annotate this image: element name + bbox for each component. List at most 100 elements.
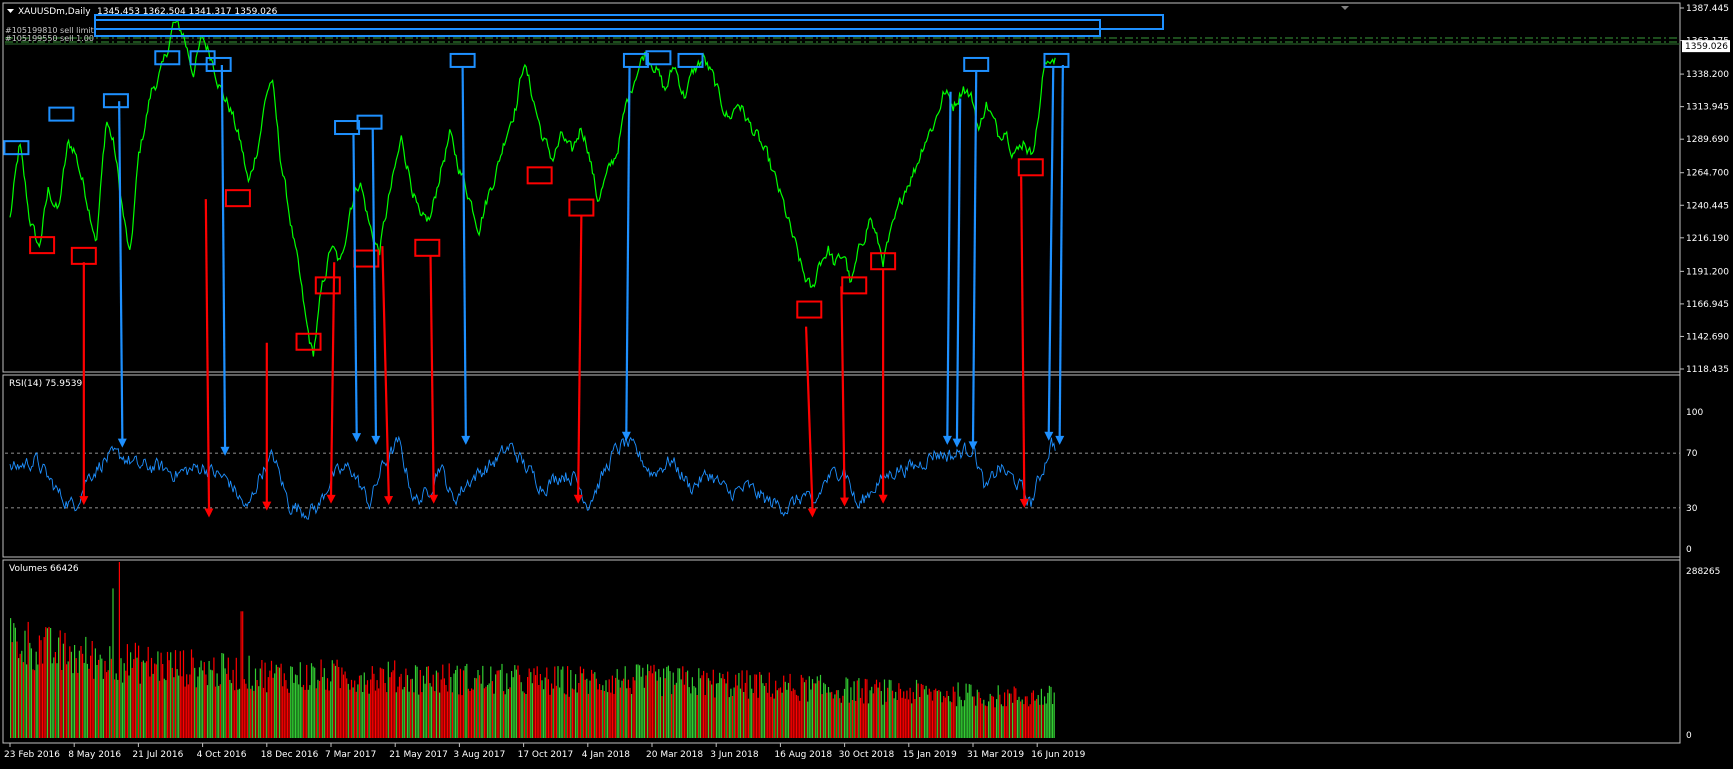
price-tick-label: 1166.945	[1686, 300, 1729, 310]
volume-bar	[398, 676, 401, 738]
time-tick-label: 4 Jan 2018	[582, 750, 630, 760]
volume-bar	[1032, 690, 1034, 738]
time-tick-label: 30 Oct 2018	[839, 750, 895, 760]
volume-bar	[722, 674, 724, 738]
volume-bar	[936, 690, 938, 738]
volume-bar	[45, 627, 47, 738]
volume-bar	[1031, 692, 1033, 738]
volume-bar	[178, 675, 180, 738]
volume-bar	[400, 673, 402, 738]
volume-bar	[895, 691, 897, 738]
price-tick-label: 1118.435	[1686, 365, 1729, 375]
volume-bar	[77, 672, 79, 738]
terminal-chart-svg[interactable]: 1387.4451363.1751338.2001313.9451289.690…	[0, 0, 1733, 765]
volume-bar	[875, 679, 878, 738]
volume-bar	[24, 630, 26, 738]
volume-bar	[743, 692, 745, 738]
volume-bar	[1026, 696, 1028, 738]
volume-bar	[176, 669, 178, 738]
volume-bar	[144, 662, 146, 738]
volume-bar	[527, 677, 529, 738]
volume-bar	[173, 677, 175, 738]
volume-bar	[85, 636, 87, 738]
volume-bar	[479, 675, 481, 738]
volume-bar	[80, 646, 82, 738]
volume-bar	[13, 623, 15, 738]
volume-bar	[488, 683, 490, 738]
chart-window[interactable]: 1387.4451363.1751338.2001313.9451289.690…	[0, 0, 1733, 765]
volume-bar	[421, 692, 423, 738]
volume-bar	[651, 673, 653, 738]
volume-bar	[543, 689, 545, 738]
volume-bar	[165, 680, 167, 738]
volume-bar	[984, 705, 986, 738]
volume-bar	[909, 687, 911, 738]
volume-bar	[872, 693, 874, 738]
volume-bar	[370, 679, 372, 738]
volume-bar	[834, 694, 836, 738]
volume-bar	[847, 678, 849, 738]
volume-bar	[611, 675, 613, 738]
volume-bar	[882, 704, 884, 738]
volume-bar	[519, 674, 521, 738]
volume-bar	[859, 697, 862, 738]
volume-bar	[184, 686, 186, 738]
price-tick-label: 1387.445	[1686, 4, 1729, 14]
volume-bar	[472, 689, 474, 738]
volume-bar	[949, 701, 951, 738]
time-tick-label: 16 Jun 2019	[1031, 750, 1085, 760]
volume-bar	[16, 641, 18, 738]
volume-bar	[235, 657, 237, 738]
volume-bar	[547, 679, 549, 738]
volume-bar	[831, 691, 833, 738]
volume-bar	[181, 676, 183, 738]
volume-bar	[723, 678, 726, 738]
volume-bar	[38, 635, 40, 738]
volume-bar	[360, 675, 362, 738]
volume-title: Volumes 66426	[9, 564, 79, 574]
volume-bar	[1037, 695, 1039, 738]
volume-bar	[344, 671, 346, 738]
volume-bar	[107, 670, 109, 738]
volume-bar	[498, 670, 500, 738]
volume-bar	[816, 676, 818, 738]
volume-bar	[901, 697, 903, 738]
volume-bar	[110, 658, 112, 738]
volume-bar	[1050, 686, 1052, 738]
volume-bar	[245, 683, 247, 738]
volume-bar	[90, 655, 92, 738]
volume-bar	[301, 687, 303, 738]
volume-bar	[514, 665, 516, 738]
volume-bar	[138, 645, 140, 738]
volume-bar	[607, 692, 609, 738]
volume-bar	[891, 690, 894, 738]
volume-bar	[560, 669, 562, 738]
volume-bar	[373, 673, 375, 738]
volume-bar	[778, 688, 780, 738]
volume-bar	[106, 672, 108, 738]
volume-bar	[802, 677, 804, 738]
volume-bar	[224, 668, 226, 738]
volume-bar	[989, 693, 991, 738]
volume-bar	[746, 670, 748, 738]
time-tick-label: 20 Mar 2018	[646, 750, 703, 760]
volume-bar	[706, 672, 708, 738]
rsi-tick-label: 100	[1686, 408, 1703, 418]
volume-bar	[939, 691, 942, 738]
volume-bar	[365, 684, 367, 738]
volume-bar	[839, 698, 841, 738]
volume-bar	[234, 690, 236, 738]
volume-bar	[701, 675, 703, 738]
volume-bar	[258, 686, 260, 738]
volume-bar	[434, 691, 436, 738]
volume-bar	[487, 685, 489, 738]
volume-bar	[653, 664, 655, 738]
volume-bar	[288, 692, 290, 738]
volume-bar	[935, 688, 937, 738]
volume-bar	[531, 683, 533, 738]
volume-bar	[222, 653, 225, 738]
volume-bar	[863, 703, 865, 738]
volume-bar	[688, 687, 690, 738]
volume-bar	[763, 685, 766, 738]
volume-bar	[975, 705, 977, 738]
